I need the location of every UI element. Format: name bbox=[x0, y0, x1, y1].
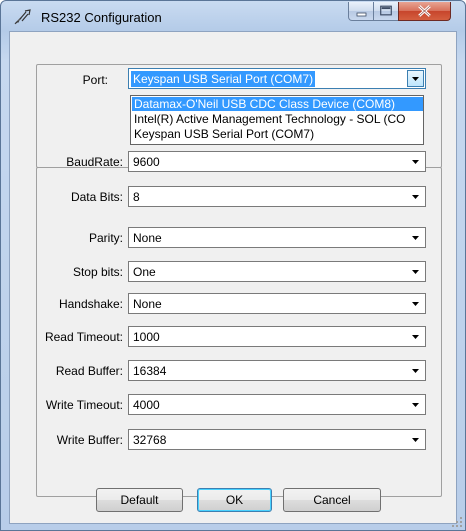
chevron-down-icon[interactable] bbox=[408, 432, 423, 447]
chevron-down-icon[interactable] bbox=[408, 397, 423, 412]
title-bar[interactable]: RS232 Configuration bbox=[1, 1, 465, 31]
chevron-down-icon[interactable] bbox=[407, 70, 424, 87]
port-dropdown-list: Datamax-O'Neil USB CDC Class Device (COM… bbox=[130, 95, 424, 145]
handshake-label: Handshake: bbox=[58, 297, 123, 311]
port-selected-value: Keyspan USB Serial Port (COM7) bbox=[131, 71, 316, 87]
handshake-value: None bbox=[133, 297, 162, 311]
data-bits-value: 8 bbox=[133, 190, 140, 204]
data-bits-label: Data Bits: bbox=[70, 190, 123, 204]
resize-grip-icon[interactable] bbox=[451, 516, 463, 528]
port-option[interactable]: Keyspan USB Serial Port (COM7) bbox=[132, 127, 423, 141]
read-buffer-label: Read Buffer: bbox=[55, 364, 123, 378]
baudrate-dropdown[interactable]: 9600 bbox=[128, 151, 426, 172]
chevron-down-icon[interactable] bbox=[408, 154, 423, 169]
baudrate-value: 9600 bbox=[133, 155, 160, 169]
cancel-button[interactable]: Cancel bbox=[283, 488, 381, 512]
stop-bits-value: One bbox=[133, 265, 156, 279]
chevron-down-icon[interactable] bbox=[408, 189, 423, 204]
ok-button[interactable]: OK bbox=[197, 488, 272, 512]
read-timeout-label: Read Timeout: bbox=[44, 330, 123, 344]
port-dropdown[interactable]: Keyspan USB Serial Port (COM7) bbox=[128, 68, 426, 89]
chevron-down-icon[interactable] bbox=[408, 329, 423, 344]
handshake-dropdown[interactable]: None bbox=[128, 293, 426, 314]
serial-plug-icon bbox=[14, 9, 32, 25]
window-title: RS232 Configuration bbox=[41, 10, 162, 25]
close-button[interactable] bbox=[398, 2, 451, 21]
read-buffer-dropdown[interactable]: 16384 bbox=[128, 360, 426, 381]
chevron-down-icon[interactable] bbox=[408, 363, 423, 378]
minimize-icon bbox=[356, 12, 367, 17]
parity-label: Parity: bbox=[88, 231, 123, 245]
data-bits-dropdown[interactable]: 8 bbox=[128, 186, 426, 207]
write-timeout-label: Write Timeout: bbox=[45, 398, 123, 412]
maximize-button[interactable] bbox=[373, 2, 399, 21]
port-option[interactable]: Datamax-O'Neil USB CDC Class Device (COM… bbox=[132, 97, 423, 111]
write-buffer-dropdown[interactable]: 32768 bbox=[128, 429, 426, 450]
parity-value: None bbox=[133, 231, 162, 245]
write-timeout-dropdown[interactable]: 4000 bbox=[128, 394, 426, 415]
default-button[interactable]: Default bbox=[96, 488, 183, 512]
read-timeout-dropdown[interactable]: 1000 bbox=[128, 326, 426, 347]
baudrate-label: BaudRate: bbox=[66, 155, 123, 169]
close-icon bbox=[418, 5, 431, 17]
stop-bits-dropdown[interactable]: One bbox=[128, 261, 426, 282]
parity-dropdown[interactable]: None bbox=[128, 227, 426, 248]
port-option[interactable]: Intel(R) Active Management Technology - … bbox=[132, 112, 423, 126]
chevron-down-icon[interactable] bbox=[408, 296, 423, 311]
minimize-button[interactable] bbox=[348, 2, 375, 21]
write-buffer-value: 32768 bbox=[133, 433, 167, 447]
write-timeout-value: 4000 bbox=[133, 398, 160, 412]
write-buffer-label: Write Buffer: bbox=[56, 433, 123, 447]
port-label: Port: bbox=[82, 73, 108, 87]
chevron-down-icon[interactable] bbox=[408, 230, 423, 245]
chevron-down-icon[interactable] bbox=[408, 264, 423, 279]
read-buffer-value: 16384 bbox=[133, 364, 167, 378]
stop-bits-label: Stop bits: bbox=[72, 265, 123, 279]
maximize-icon bbox=[380, 5, 392, 16]
read-timeout-value: 1000 bbox=[133, 330, 160, 344]
